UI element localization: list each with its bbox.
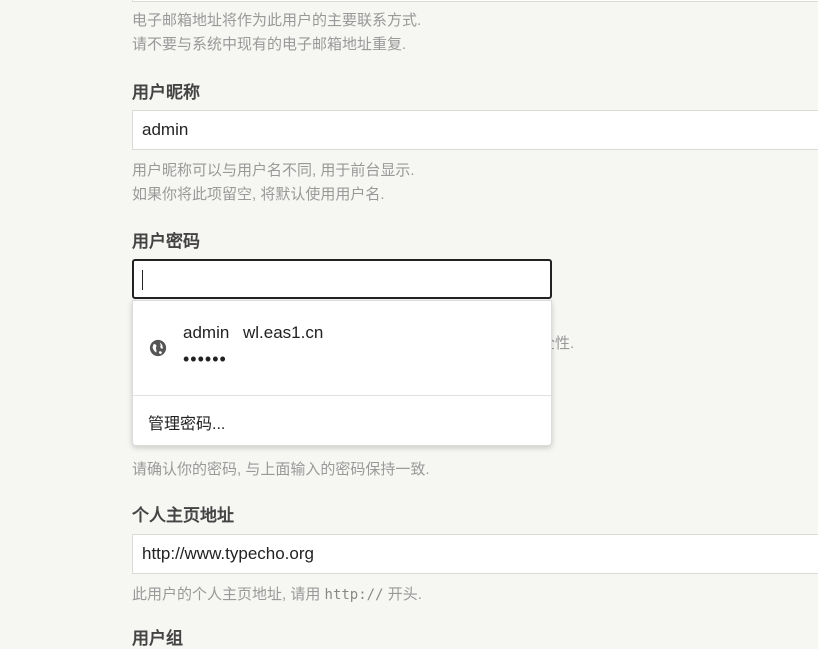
user-group-label: 用户组 (132, 629, 183, 648)
password-autofill-popup: admin wl.eas1.cn •••••• 管理密码... (132, 300, 552, 446)
homepage-input[interactable]: http://www.typecho.org (132, 534, 818, 574)
credential-site: wl.eas1.cn (243, 323, 324, 342)
nickname-description: 用户昵称可以与用户名不同, 用于前台显示. 如果你将此项留空, 将默认使用用户名… (132, 159, 415, 207)
confirm-password-description: 请确认你的密码, 与上面输入的密码保持一致. (132, 461, 430, 478)
credential-username: admin (183, 323, 230, 342)
email-input[interactable] (132, 0, 818, 2)
nickname-label: 用户昵称 (132, 83, 200, 102)
globe-icon (149, 339, 167, 357)
credential-password: •••••• (183, 349, 227, 369)
homepage-desc-prefix: 此用户的个人主页地址, 请用 (132, 586, 325, 603)
nickname-desc-line1: 用户昵称可以与用户名不同, 用于前台显示. (132, 162, 415, 179)
nickname-desc-line2: 如果你将此项留空, 将默认使用用户名. (132, 186, 385, 203)
email-desc-line2: 请不要与系统中现有的电子邮箱地址重复. (132, 36, 407, 53)
email-description: 电子邮箱地址将作为此用户的主要联系方式. 请不要与系统中现有的电子邮箱地址重复. (132, 9, 421, 57)
password-input[interactable] (132, 259, 552, 299)
nickname-input[interactable]: admin (132, 110, 818, 150)
homepage-desc-suffix: 开头. (383, 586, 422, 603)
homepage-label: 个人主页地址 (132, 506, 234, 525)
manage-passwords-button[interactable]: 管理密码... (148, 410, 225, 434)
popup-divider (133, 395, 551, 396)
homepage-description: 此用户的个人主页地址, 请用 http:// 开头. (132, 583, 422, 607)
password-label: 用户密码 (132, 232, 200, 251)
homepage-desc-code: http:// (324, 587, 384, 603)
email-desc-line1: 电子邮箱地址将作为此用户的主要联系方式. (132, 12, 422, 29)
saved-credential-item[interactable]: admin wl.eas1.cn •••••• (133, 301, 551, 395)
text-caret (142, 269, 143, 290)
